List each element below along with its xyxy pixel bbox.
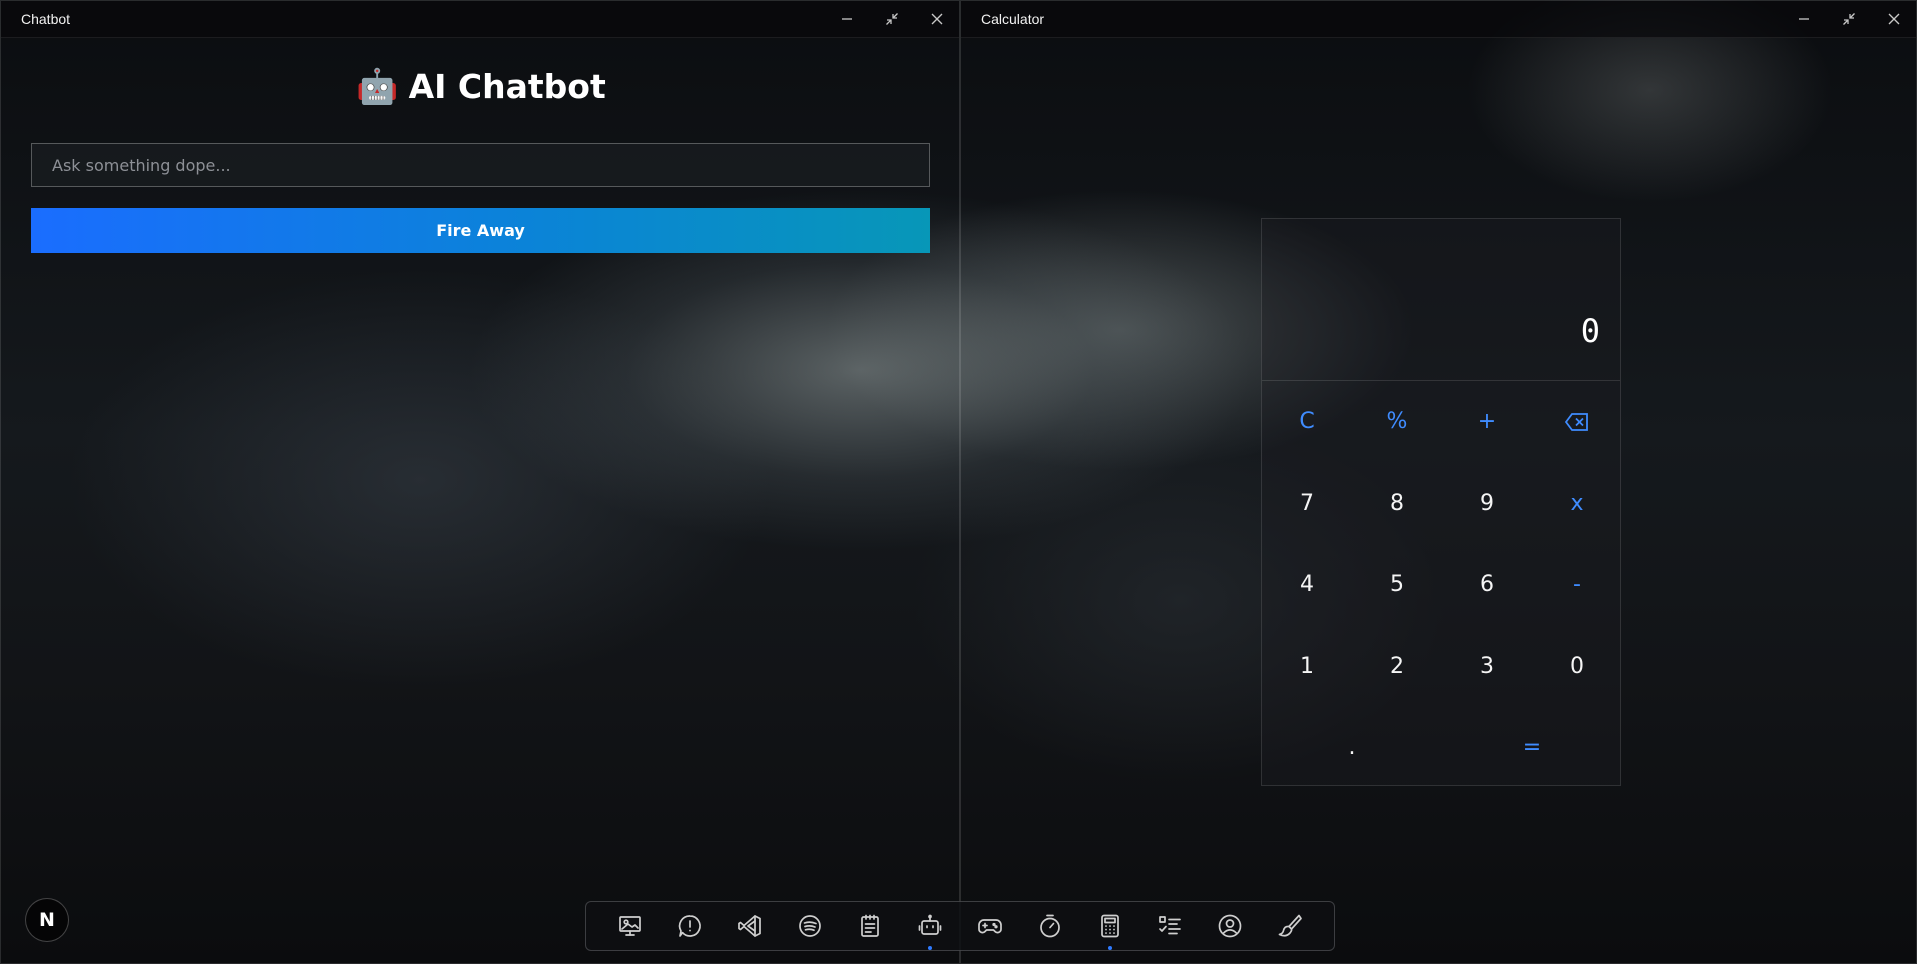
chatbot-window: Chatbot 🤖AI Chatbot Fire Away — [0, 0, 960, 964]
user-profile-icon — [1218, 914, 1242, 938]
window-title: Chatbot — [21, 11, 71, 27]
digit-8-key[interactable]: 8 — [1352, 463, 1442, 545]
chatbot-titlebar[interactable]: Chatbot — [1, 1, 959, 38]
robot-icon: 🤖 — [356, 67, 399, 107]
percent-key[interactable]: % — [1352, 381, 1442, 463]
digit-2-key[interactable]: 2 — [1352, 626, 1442, 708]
chat-input[interactable] — [31, 143, 930, 187]
digit-3-key[interactable]: 3 — [1442, 626, 1532, 708]
close-button[interactable] — [914, 1, 959, 37]
dock-item-chatbot[interactable] — [913, 909, 948, 950]
digit-5-key[interactable]: 5 — [1352, 544, 1442, 626]
digit-4-key[interactable]: 4 — [1262, 544, 1352, 626]
dock-item-spotify[interactable] — [793, 909, 828, 944]
dock-item-profile[interactable] — [1213, 909, 1248, 944]
digit-1-key[interactable]: 1 — [1262, 626, 1352, 708]
vscode-icon — [738, 915, 761, 937]
digit-7-key[interactable]: 7 — [1262, 463, 1352, 545]
plus-key[interactable]: + — [1442, 381, 1532, 463]
close-icon — [1888, 13, 1899, 25]
minimize-icon — [841, 18, 852, 20]
dock-item-vscode[interactable] — [733, 909, 768, 944]
window-title: Calculator — [981, 11, 1045, 27]
page-title: 🤖 AI Chatbot — [1, 67, 961, 107]
minimize-button[interactable] — [1781, 1, 1826, 37]
restore-icon — [885, 13, 898, 25]
active-indicator — [1108, 945, 1112, 950]
dock-item-notepad[interactable] — [853, 909, 888, 944]
timer-icon — [1040, 914, 1060, 938]
restore-icon — [1842, 13, 1855, 25]
keypad: C % + 7 8 9 x 4 5 6 - 1 2 3 0 . = — [1262, 381, 1620, 789]
feedback-icon — [678, 915, 701, 937]
robot-icon — [918, 914, 942, 935]
heading-text: AI Chatbot — [408, 67, 606, 106]
todo-list-icon — [1159, 916, 1181, 935]
backspace-icon — [1565, 412, 1588, 431]
taskbar-dock — [585, 901, 1335, 951]
calculator-titlebar[interactable]: Calculator — [961, 1, 1916, 38]
dock-item-paint[interactable] — [1273, 909, 1308, 944]
minimize-button[interactable] — [824, 1, 869, 37]
dock-item-todo[interactable] — [1153, 909, 1188, 944]
digit-9-key[interactable]: 9 — [1442, 463, 1532, 545]
start-button[interactable]: N — [25, 898, 69, 942]
dock-item-gallery[interactable] — [613, 909, 648, 944]
restore-button[interactable] — [869, 1, 914, 37]
decimal-key[interactable]: . — [1262, 707, 1442, 789]
calculator-icon — [1101, 914, 1119, 938]
display-value: 0 — [1580, 312, 1600, 350]
equals-key[interactable]: = — [1442, 707, 1622, 789]
minimize-icon — [1798, 18, 1809, 20]
digit-6-key[interactable]: 6 — [1442, 544, 1532, 626]
close-button[interactable] — [1871, 1, 1916, 37]
notepad-icon — [861, 914, 879, 937]
calculator-window: Calculator 0 C % + 7 8 9 x 4 5 6 - 1 2 3… — [960, 0, 1917, 964]
clear-key[interactable]: C — [1262, 381, 1352, 463]
image-gallery-icon — [619, 916, 641, 936]
window-controls — [1781, 1, 1916, 37]
fire-away-button[interactable]: Fire Away — [31, 208, 930, 253]
active-indicator — [928, 945, 932, 950]
close-icon — [931, 13, 942, 25]
minus-key[interactable]: - — [1532, 544, 1622, 626]
calculator-display: 0 — [1262, 219, 1620, 381]
dock-item-calculator[interactable] — [1093, 909, 1128, 950]
backspace-key[interactable] — [1532, 381, 1622, 463]
restore-button[interactable] — [1826, 1, 1871, 37]
multiply-key[interactable]: x — [1532, 463, 1622, 545]
dock-item-timer[interactable] — [1033, 909, 1068, 944]
window-controls — [824, 1, 959, 37]
digit-0-key[interactable]: 0 — [1532, 626, 1622, 708]
calculator-panel: 0 C % + 7 8 9 x 4 5 6 - 1 2 3 0 . = — [1261, 218, 1621, 786]
spotify-icon — [799, 915, 821, 937]
paint-brush-icon — [1278, 914, 1302, 937]
dock-item-games[interactable] — [973, 909, 1008, 944]
dock-item-feedback[interactable] — [673, 909, 708, 944]
gamepad-icon — [978, 919, 1002, 934]
